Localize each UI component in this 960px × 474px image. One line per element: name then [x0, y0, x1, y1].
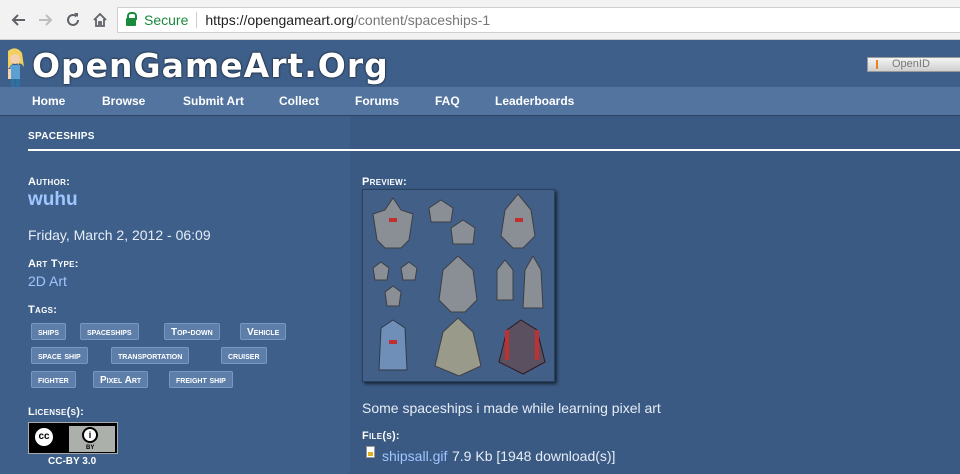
license-label: License(s): [28, 406, 85, 418]
lock-icon [126, 12, 137, 26]
openid-icon [876, 59, 878, 69]
title-divider [28, 149, 960, 151]
tags-label: Tags: [28, 304, 58, 316]
reload-icon[interactable] [62, 9, 84, 31]
url-path: /content/spaceships-1 [354, 12, 491, 28]
cc-by-badge-icon[interactable]: cc i BY [28, 422, 118, 454]
forward-arrow-icon[interactable] [34, 9, 56, 31]
cc-badge-by: BY [86, 445, 95, 451]
home-icon[interactable] [89, 9, 111, 31]
tag-ships[interactable]: ships [31, 323, 67, 340]
person-icon: i [82, 427, 98, 443]
art-type-link[interactable]: 2D Art [28, 273, 67, 289]
menu-item-home[interactable]: Home [32, 87, 65, 116]
tag-top-down[interactable]: Top-down [164, 323, 220, 340]
browser-toolbar: Secure https://opengameart.org/content/s… [0, 0, 960, 40]
address-bar[interactable]: Secure https://opengameart.org/content/s… [117, 7, 960, 33]
files-label: File(s): [362, 430, 400, 442]
openid-button[interactable]: OpenID [867, 57, 960, 72]
post-date: Friday, March 2, 2012 - 06:09 [28, 227, 211, 243]
tag-space-ship[interactable]: space ship [31, 347, 88, 364]
spaceships-sprite-icon [372, 193, 546, 377]
image-file-icon [366, 446, 375, 458]
cc-badge-cc: cc [33, 426, 55, 448]
file-info: 7.9 Kb [1948 download(s)] [452, 448, 616, 464]
author-link[interactable]: wuhu [28, 189, 78, 211]
menu-item-faq[interactable]: FAQ [435, 87, 460, 116]
menu-item-leaderboards[interactable]: Leaderboards [495, 87, 574, 116]
tag-transportation[interactable]: transportation [111, 347, 190, 364]
tag-vehicle[interactable]: Vehicle [240, 323, 287, 340]
author-label: Author: [28, 176, 71, 188]
site-logo[interactable]: OpenGameArt.Org [32, 48, 389, 84]
preview-image[interactable] [362, 189, 555, 382]
page-title: SPACESHIPS [28, 131, 95, 142]
tag-cruiser[interactable]: cruiser [221, 347, 267, 364]
tag-freight-ship[interactable]: freight ship [169, 371, 233, 388]
tag-spaceships[interactable]: spaceships [80, 323, 139, 340]
description: Some spaceships i made while learning pi… [362, 400, 661, 416]
back-arrow-icon[interactable] [8, 9, 30, 31]
tag-fighter[interactable]: fighter [31, 371, 76, 388]
art-type-label: Art Type: [28, 258, 79, 270]
menu-item-collect[interactable]: Collect [279, 87, 319, 116]
menu-item-forums[interactable]: Forums [355, 87, 399, 116]
file-download-link[interactable]: shipsall.gif [382, 448, 447, 464]
menu-item-submit-art[interactable]: Submit Art [183, 87, 244, 116]
openid-label: OpenID [892, 58, 930, 70]
url-host: https://opengameart.org [205, 12, 355, 28]
menu-item-browse[interactable]: Browse [102, 87, 145, 116]
secure-label: Secure [144, 12, 189, 28]
main-menu: Home Browse Submit Art Collect Forums FA… [0, 87, 960, 116]
preview-label: Preview: [362, 176, 407, 188]
license-name: CC-BY 3.0 [48, 456, 97, 467]
left-column [0, 116, 350, 474]
address-separator [196, 12, 198, 28]
tag-pixel-art[interactable]: Pixel Art [93, 371, 149, 388]
